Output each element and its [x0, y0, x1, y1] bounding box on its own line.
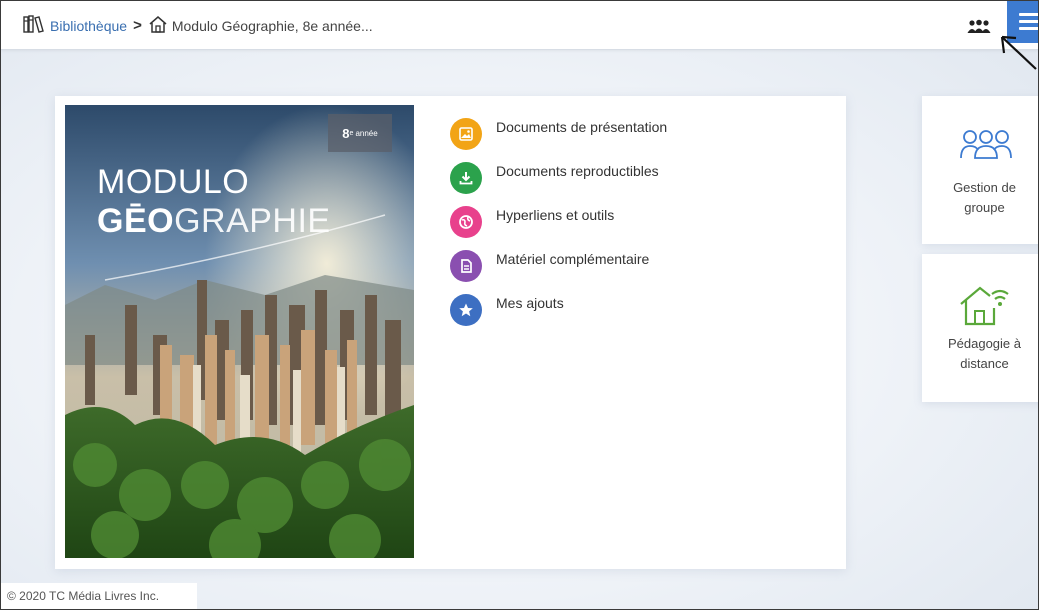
- menu-item-label: Mes ajouts: [496, 295, 564, 311]
- library-books-icon[interactable]: [23, 15, 45, 36]
- group-people-icon: [959, 128, 1013, 167]
- grade-word: année: [355, 128, 378, 138]
- remote-teaching-tile[interactable]: Pédagogie à distance: [922, 254, 1038, 402]
- top-bar: Bibliothèque > Modulo Géographie, 8e ann…: [1, 1, 1038, 50]
- copyright-footer: © 2020 TC Média Livres Inc.: [1, 583, 197, 609]
- menu-item-label: Documents de présentation: [496, 119, 668, 135]
- remote-tile-line1: Pédagogie à: [947, 336, 1021, 351]
- image-icon: [450, 118, 482, 150]
- group-management-tile[interactable]: Gestion de groupe: [922, 96, 1038, 244]
- cover-title-line1: MODULO: [97, 163, 250, 201]
- menu-item-label: Hyperliens et outils: [496, 207, 615, 223]
- cover-title-line2: GĒOGRAPHIE: [97, 202, 331, 241]
- globe-icon: [450, 206, 482, 238]
- breadcrumb-library-link[interactable]: Bibliothèque: [50, 18, 127, 34]
- group-tile-line2: groupe: [964, 200, 1005, 215]
- cover-title-rest: GRAPHIE: [174, 202, 331, 240]
- menu-item-complementary[interactable]: Matériel complémentaire: [450, 244, 667, 288]
- home-icon[interactable]: [148, 15, 168, 36]
- menu-item-my-additions[interactable]: Mes ajouts: [450, 288, 667, 332]
- resource-menu: Documents de présentation Documents repr…: [450, 112, 667, 332]
- group-tile-label: Gestion de groupe: [922, 178, 1038, 218]
- menu-item-presentation[interactable]: Documents de présentation: [450, 112, 667, 156]
- document-icon: [450, 250, 482, 282]
- download-icon: [450, 162, 482, 194]
- breadcrumb-current: Modulo Géographie, 8e année...: [171, 17, 373, 34]
- grade-number: 8: [342, 125, 350, 141]
- breadcrumb-separator: >: [133, 17, 142, 34]
- wifi-home-icon: [958, 284, 1014, 331]
- book-cover-image[interactable]: 8 e année MODULO GĒOGRAPHIE: [65, 105, 414, 558]
- remote-tile-line2: distance: [960, 356, 1009, 371]
- grade-superscript: e: [349, 129, 354, 137]
- page: Bibliothèque > Modulo Géographie, 8e ann…: [0, 0, 1039, 610]
- remote-tile-label: Pédagogie à distance: [922, 334, 1038, 374]
- grade-badge: 8 e année: [328, 114, 392, 152]
- group-tile-line1: Gestion de: [953, 180, 1016, 195]
- menu-item-label: Documents reproductibles: [496, 163, 659, 179]
- menu-item-hyperlinks[interactable]: Hyperliens et outils: [450, 200, 667, 244]
- menu-item-reproducible[interactable]: Documents reproductibles: [450, 156, 667, 200]
- menu-item-label: Matériel complémentaire: [496, 251, 650, 267]
- cover-title-bold: GĒO: [97, 202, 175, 240]
- book-card: 8 e année MODULO GĒOGRAPHIE Documents de p…: [55, 96, 846, 569]
- hamburger-menu-button[interactable]: [1007, 1, 1038, 43]
- star-icon: [450, 294, 482, 326]
- group-management-icon[interactable]: [967, 19, 991, 35]
- breadcrumb: Bibliothèque > Modulo Géographie, 8e ann…: [23, 15, 373, 36]
